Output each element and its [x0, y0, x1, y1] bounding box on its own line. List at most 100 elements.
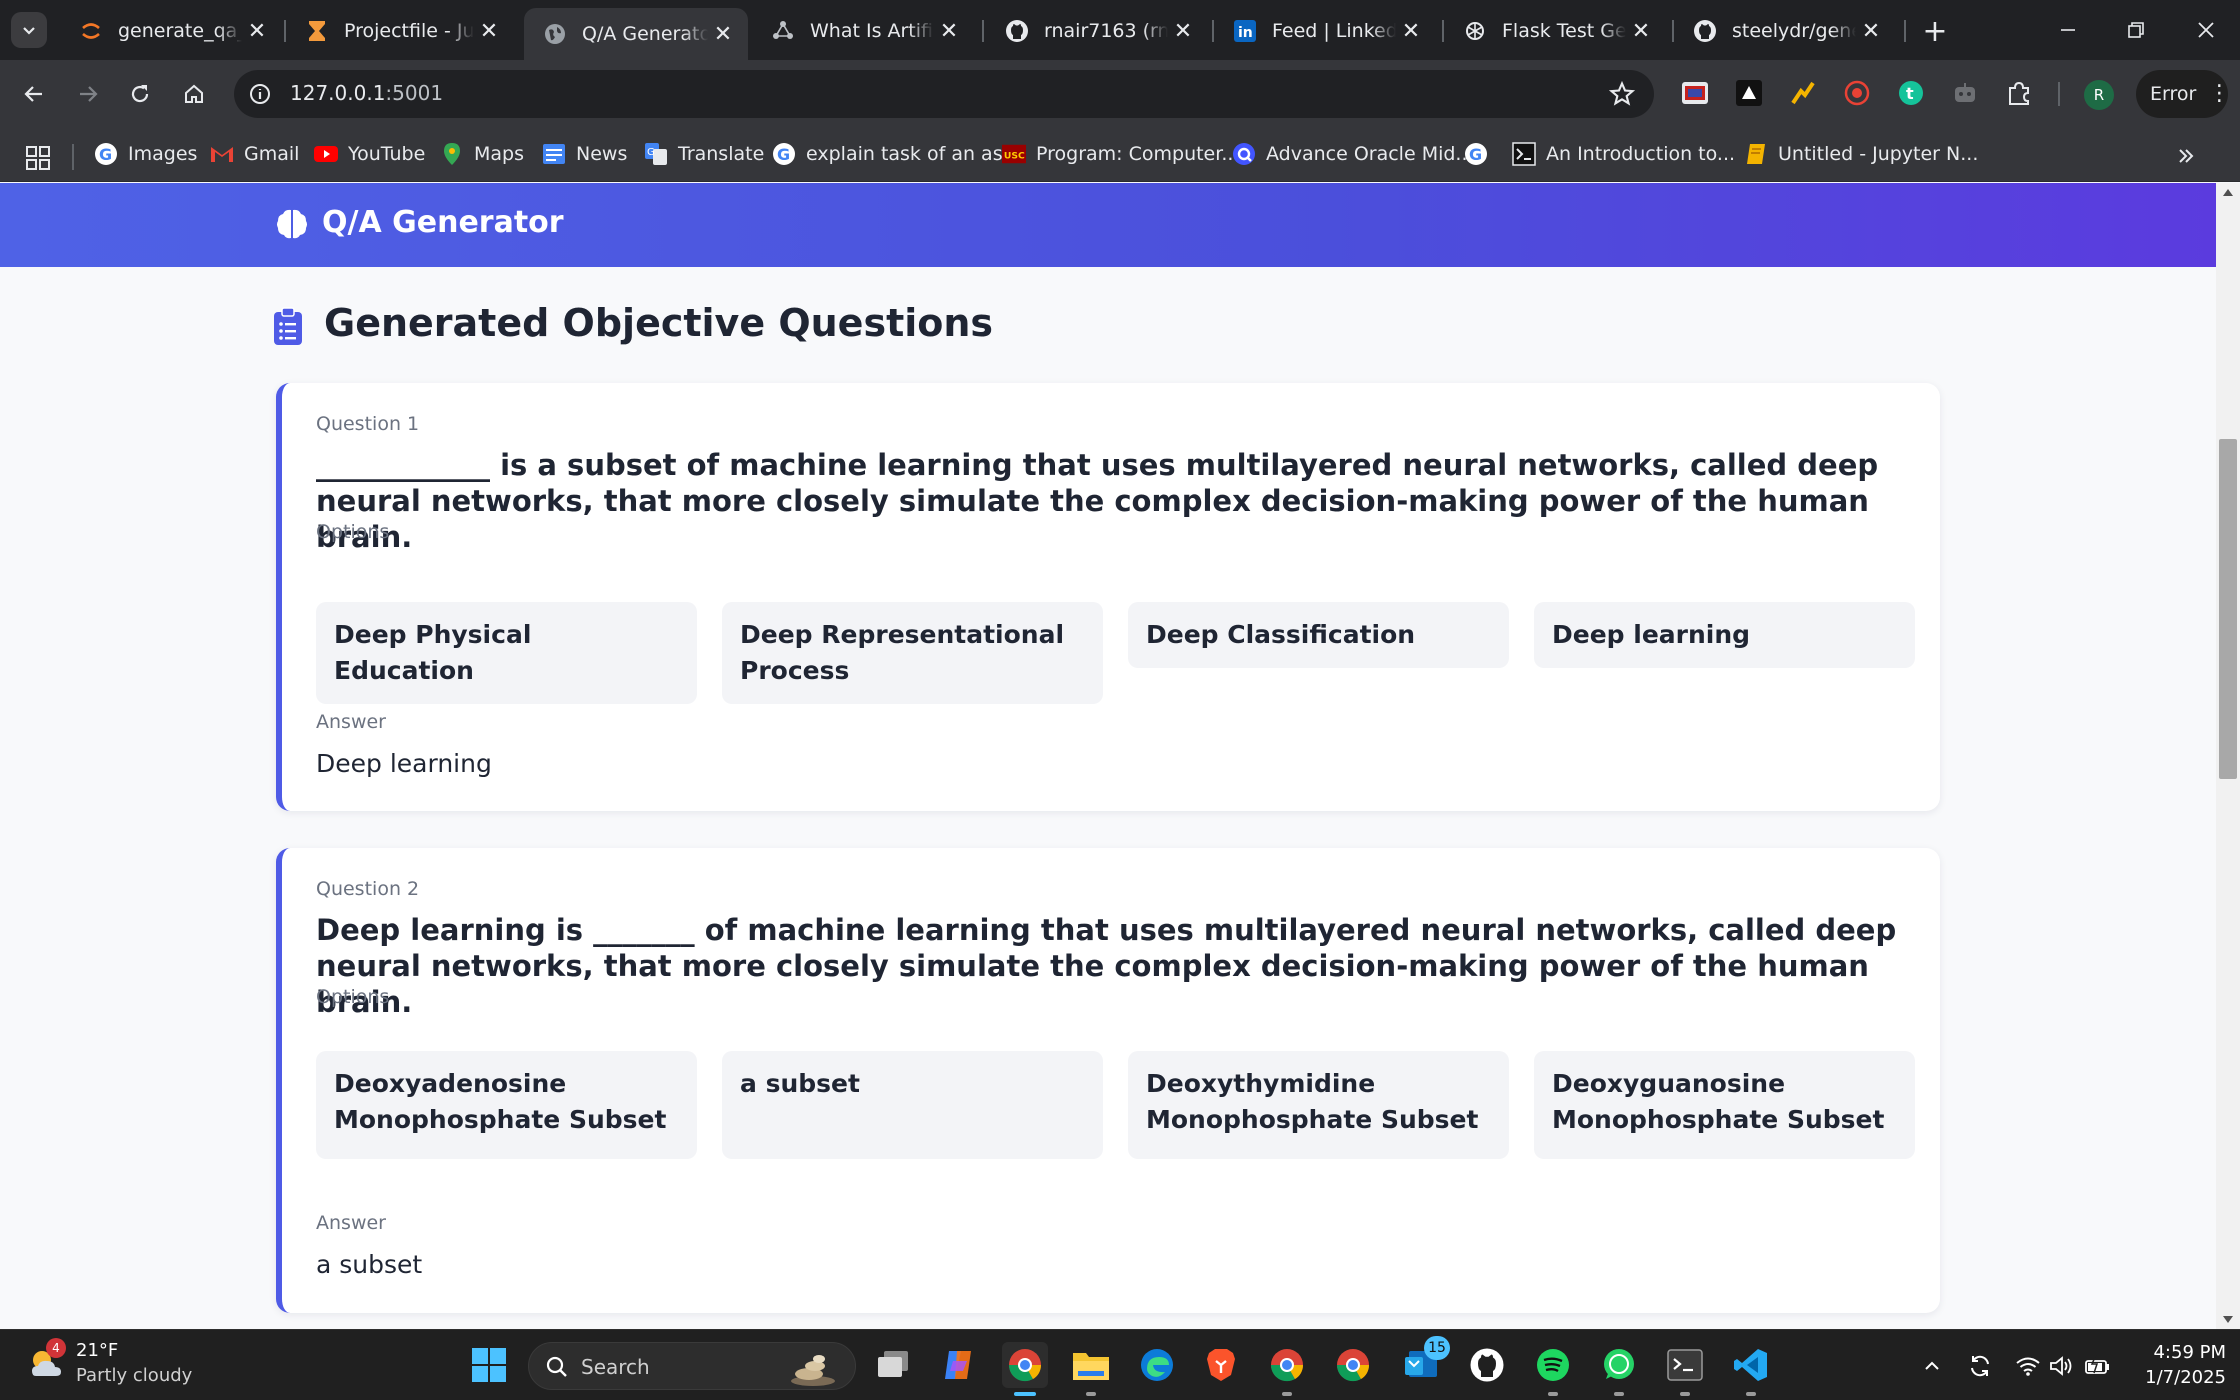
- close-window-button[interactable]: [2186, 10, 2226, 50]
- taskbar-search[interactable]: Search: [528, 1342, 856, 1390]
- usc-icon: USC: [1002, 142, 1026, 166]
- extension-robot-icon[interactable]: [1950, 78, 1980, 108]
- tray-sync[interactable]: [1966, 1352, 1994, 1380]
- tab-generate-qa-nlp[interactable]: generate_qa_nlp ✕: [60, 8, 282, 54]
- tray-wifi[interactable]: [2014, 1352, 2042, 1380]
- taskbar-edge[interactable]: [1134, 1342, 1180, 1388]
- running-indicator: [1086, 1392, 1096, 1396]
- bookmark-translate[interactable]: G Translate: [644, 136, 764, 172]
- gmail-icon: [210, 142, 234, 166]
- taskbar-copilot[interactable]: [936, 1342, 982, 1388]
- bookmark-advance-oracle[interactable]: Advance Oracle Mid...: [1232, 136, 1474, 172]
- taskbar-file-explorer[interactable]: [1068, 1342, 1114, 1388]
- home-button[interactable]: [174, 74, 214, 114]
- taskbar-terminal[interactable]: [1662, 1342, 1708, 1388]
- tab-qa-generator[interactable]: Q/A Generator ✕: [524, 8, 748, 60]
- taskbar-vscode[interactable]: [1728, 1342, 1774, 1388]
- taskbar-github[interactable]: [1464, 1342, 1510, 1388]
- close-tab-icon[interactable]: ✕: [1168, 16, 1198, 46]
- bookmark-untitled-jupyter[interactable]: Untitled - Jupyter N...: [1744, 136, 1978, 172]
- back-button[interactable]: [14, 74, 54, 114]
- restore-button[interactable]: [2116, 10, 2156, 50]
- tab-title: Q/A Generator: [582, 23, 708, 45]
- taskbar-chrome-profile-r[interactable]: [1002, 1342, 1048, 1388]
- option-2[interactable]: a subset: [722, 1051, 1103, 1159]
- taskbar-spotify[interactable]: [1530, 1342, 1576, 1388]
- tab-github-steelydr[interactable]: steelydr/generate ✕: [1674, 8, 1896, 54]
- close-tab-icon[interactable]: ✕: [1626, 16, 1656, 46]
- tray-overflow-button[interactable]: [1918, 1352, 1946, 1380]
- bookmark-google[interactable]: G: [1464, 136, 1498, 172]
- tab-what-is-artificial[interactable]: What Is Artificial ✕: [752, 8, 974, 54]
- bookmark-label: Program: Computer...: [1036, 143, 1240, 165]
- taskbar-mail[interactable]: 15: [1398, 1336, 1450, 1388]
- minimize-button[interactable]: [2048, 10, 2088, 50]
- close-tab-icon[interactable]: ✕: [474, 16, 504, 46]
- scroll-up-arrow-icon[interactable]: [2223, 189, 2233, 196]
- bookmark-star-icon[interactable]: [1608, 80, 1636, 108]
- tab-linkedin[interactable]: in Feed | LinkedIn ✕: [1214, 8, 1436, 54]
- option-1[interactable]: Deoxyadenosine Monophosphate Subset: [316, 1051, 697, 1159]
- option-4[interactable]: Deoxyguanosine Monophosphate Subset: [1534, 1051, 1915, 1159]
- option-4[interactable]: Deep learning: [1534, 602, 1915, 668]
- taskbar-clock[interactable]: 4:59 PM 1/7/2025: [2130, 1340, 2226, 1390]
- spotify-icon: [1537, 1349, 1569, 1381]
- close-tab-icon[interactable]: ✕: [1856, 16, 1886, 46]
- extensions-puzzle-icon[interactable]: [2004, 78, 2034, 108]
- taskbar-whatsapp[interactable]: [1596, 1342, 1642, 1388]
- bookmark-explain-task[interactable]: Gexplain task of an as...: [772, 136, 1021, 172]
- option-3[interactable]: Deep Classification: [1128, 602, 1509, 668]
- close-tab-icon[interactable]: ✕: [934, 16, 964, 46]
- bookmark-program-computer[interactable]: USC Program: Computer...: [1002, 136, 1239, 172]
- more-bookmarks-button[interactable]: [2172, 142, 2200, 170]
- options-label: Options: [316, 986, 390, 1008]
- extension-grammar-icon[interactable]: t: [1896, 78, 1926, 108]
- chrome-icon: [1270, 1349, 1304, 1382]
- bookmark-images[interactable]: G Images: [94, 136, 197, 172]
- taskbar-chrome-profile-r2[interactable]: [1330, 1342, 1376, 1388]
- scrollbar-thumb[interactable]: [2219, 439, 2237, 779]
- close-tab-icon[interactable]: ✕: [242, 16, 272, 46]
- openai-icon: [1462, 18, 1488, 44]
- address-bar[interactable]: 127.0.0.1:5001: [234, 70, 1654, 118]
- extension-cast-icon[interactable]: [1680, 78, 1710, 108]
- option-2[interactable]: Deep Representational Process: [722, 602, 1103, 704]
- apps-grid-icon[interactable]: [24, 144, 52, 172]
- bookmark-gmail[interactable]: Gmail: [210, 136, 299, 172]
- url-text[interactable]: 127.0.0.1:5001: [290, 81, 443, 105]
- bookmark-youtube[interactable]: YouTube: [314, 136, 425, 172]
- bookmark-news[interactable]: News: [542, 136, 627, 172]
- close-tab-icon[interactable]: ✕: [708, 19, 738, 49]
- extension-triangle-icon[interactable]: [1734, 78, 1764, 108]
- taskbar-task-view[interactable]: [870, 1342, 916, 1388]
- error-status-button[interactable]: Error ⋮: [2136, 70, 2230, 118]
- extension-record-icon[interactable]: [1842, 78, 1872, 108]
- close-tab-icon[interactable]: ✕: [1396, 16, 1426, 46]
- bookmark-maps[interactable]: Maps: [440, 136, 524, 172]
- tray-battery[interactable]: [2084, 1352, 2112, 1380]
- tab-projectfile[interactable]: Projectfile - Jupyter ✕: [286, 8, 514, 54]
- taskbar-chrome-profile-s[interactable]: [1264, 1342, 1310, 1388]
- forward-button[interactable]: [68, 74, 108, 114]
- tab-search-button[interactable]: [11, 12, 47, 48]
- start-button[interactable]: [466, 1342, 512, 1388]
- taskbar-brave[interactable]: [1198, 1342, 1244, 1388]
- page-scrollbar[interactable]: [2216, 183, 2240, 1329]
- tab-flask-test-generator[interactable]: Flask Test Generator ✕: [1444, 8, 1666, 54]
- option-1[interactable]: Deep Physical Education: [316, 602, 697, 704]
- question-text: ____________ is a subset of machine lear…: [316, 448, 1879, 554]
- scroll-down-arrow-icon[interactable]: [2223, 1316, 2233, 1323]
- tray-volume[interactable]: [2048, 1352, 2076, 1380]
- site-info-icon[interactable]: [248, 82, 272, 106]
- bookmark-introduction[interactable]: An Introduction to...: [1512, 136, 1735, 172]
- arrow-right-icon: [80, 86, 98, 102]
- profile-avatar[interactable]: R: [2084, 80, 2114, 110]
- youtube-icon: [314, 142, 338, 166]
- extension-bolt-icon[interactable]: [1788, 78, 1818, 108]
- option-3[interactable]: Deoxythymidine Monophosphate Subset: [1128, 1051, 1509, 1159]
- weather-temperature[interactable]: 21°F: [76, 1340, 118, 1361]
- reload-button[interactable]: [120, 74, 160, 114]
- tab-github-rnair[interactable]: rnair7163 (rnair ✕: [986, 8, 1208, 54]
- new-tab-button[interactable]: +: [1918, 14, 1952, 49]
- weather-condition[interactable]: Partly cloudy: [76, 1365, 192, 1386]
